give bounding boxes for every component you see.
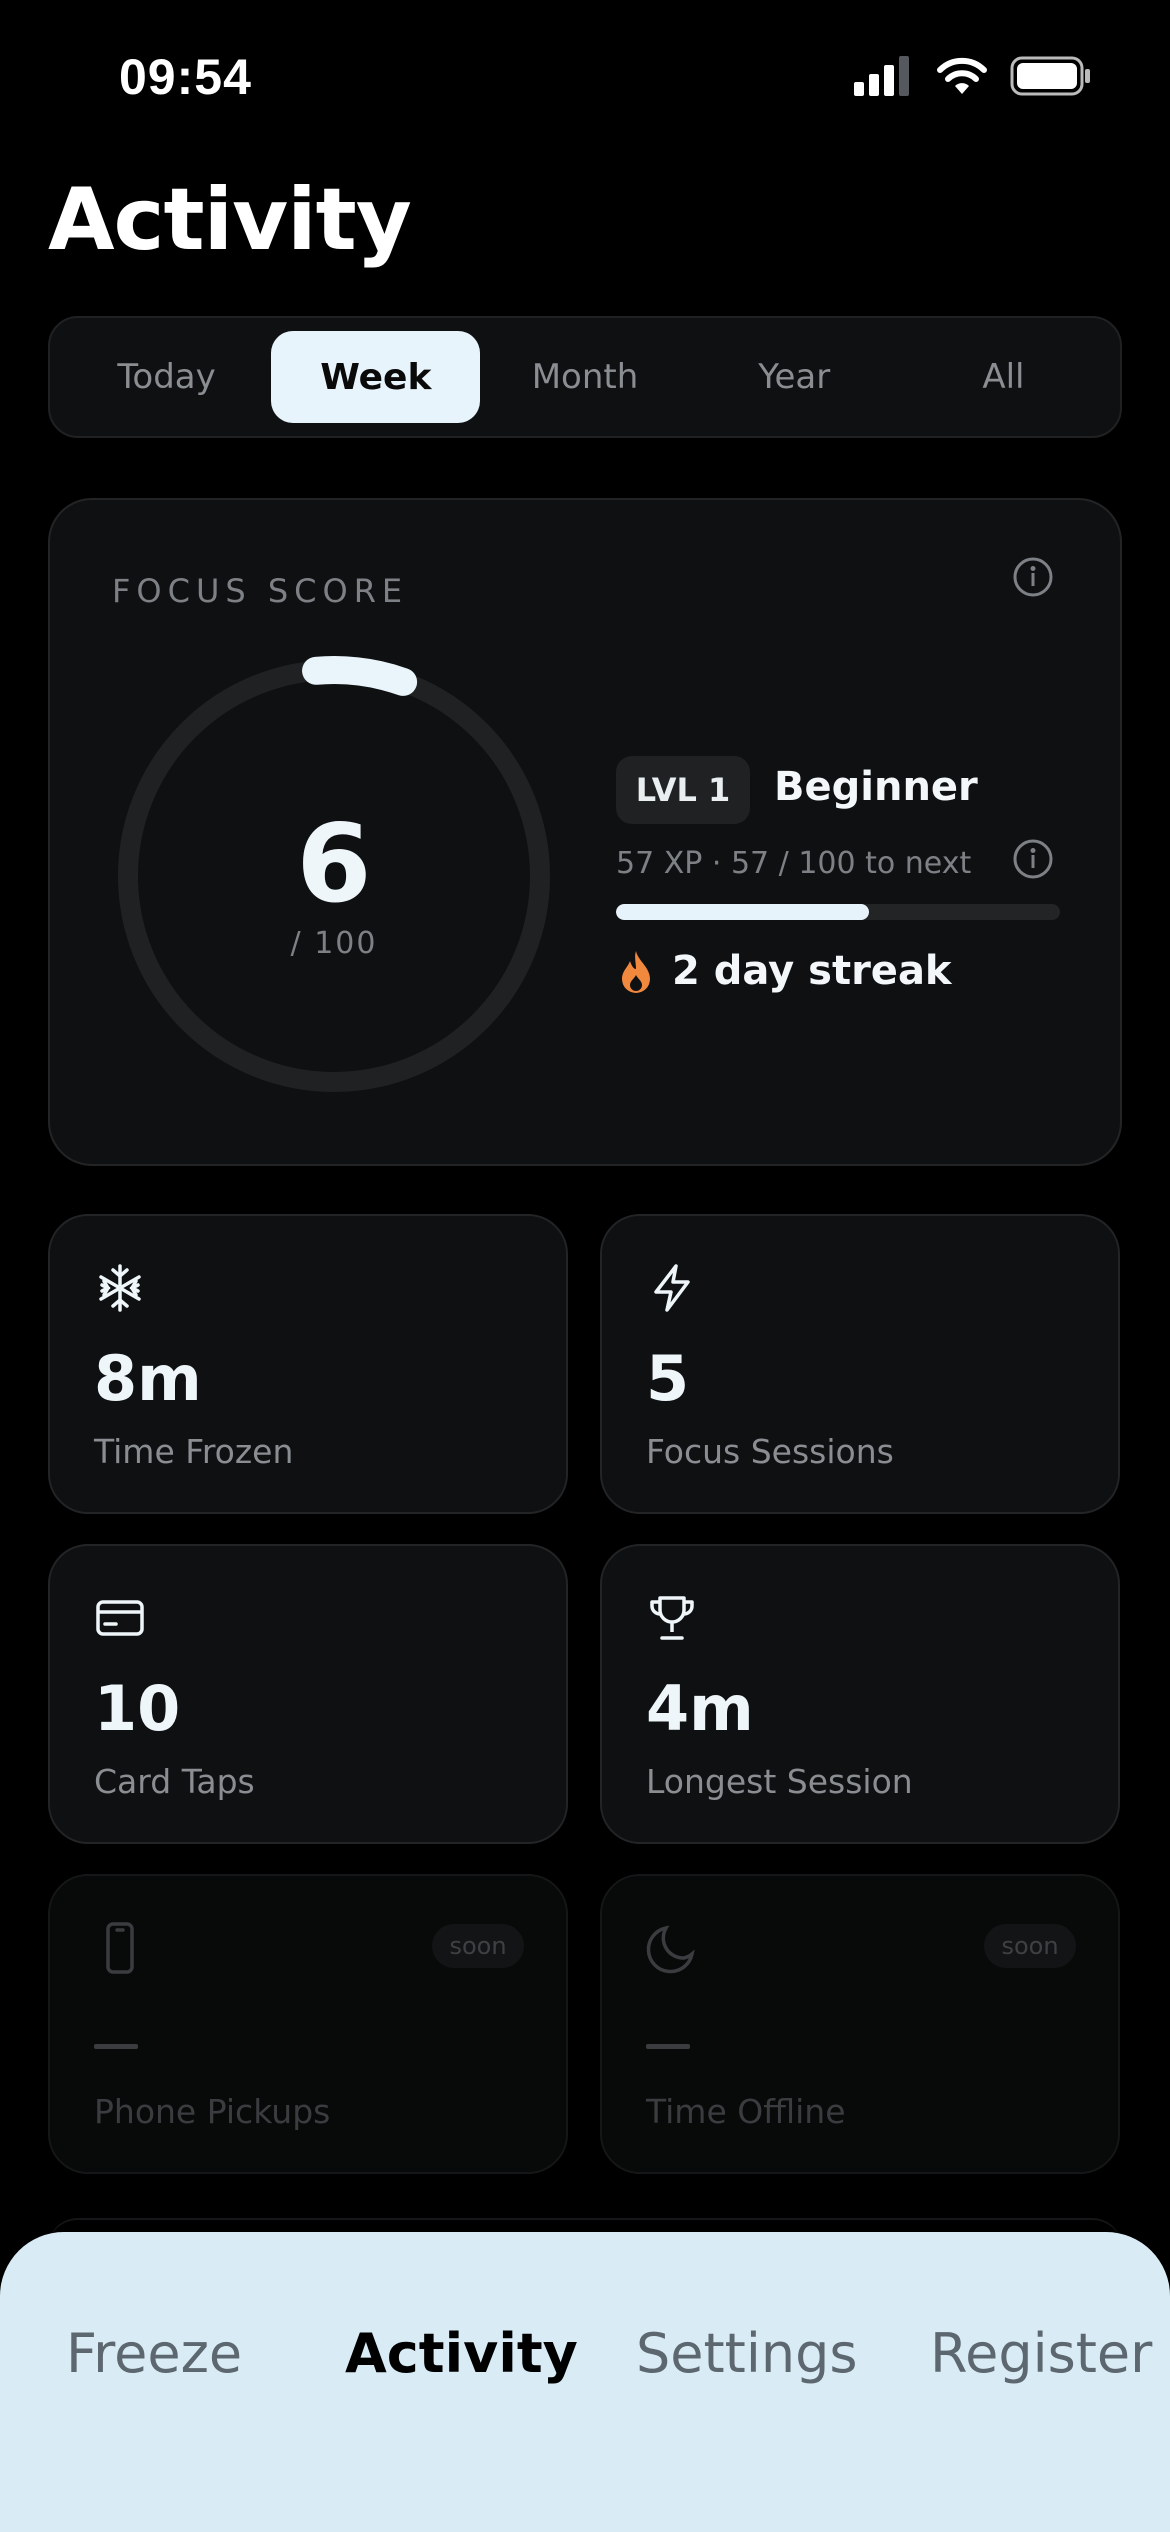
tab-register[interactable]: Register [930, 2322, 1152, 2385]
stat-label: Time Offline [646, 2092, 846, 2131]
info-icon[interactable] [1012, 556, 1054, 598]
moon-icon [646, 1925, 695, 1974]
level-badge: LVL 1 [616, 756, 750, 824]
tab-freeze[interactable]: Freeze [66, 2322, 242, 2385]
lightning-icon [654, 1264, 690, 1312]
segment-month[interactable]: Month [480, 331, 689, 423]
tab-settings[interactable]: Settings [636, 2322, 857, 2385]
phone-icon [106, 1922, 134, 1974]
stat-label: Card Taps [94, 1762, 255, 1801]
stat-label: Focus Sessions [646, 1432, 894, 1471]
xp-progress-fill [616, 904, 870, 920]
stat-card-longest-session[interactable]: 4m Longest Session [600, 1544, 1120, 1844]
segment-year[interactable]: Year [690, 331, 899, 423]
stat-value: 10 [94, 1672, 181, 1745]
focus-score-ring: 6 / 100 [110, 652, 558, 1100]
status-icons [854, 56, 1092, 96]
segment-all[interactable]: All [899, 331, 1108, 423]
focus-score-total: / 100 [290, 926, 378, 961]
card-icon [96, 1600, 144, 1636]
status-time: 09:54 [119, 49, 252, 105]
focus-score-label: FOCUS SCORE [112, 572, 409, 610]
signal-icon [854, 56, 909, 96]
segment-week[interactable]: Week [271, 331, 481, 423]
stat-value: 5 [646, 1342, 690, 1415]
stat-card-focus-sessions[interactable]: 5 Focus Sessions [600, 1214, 1120, 1514]
focus-score-value: 6 [296, 802, 372, 927]
streak-text: 2 day streak [672, 948, 952, 994]
soon-badge: soon [984, 1924, 1076, 1968]
empty-value-dash [94, 2044, 138, 2049]
flame-icon [622, 951, 650, 993]
stat-label: Time Frozen [94, 1432, 294, 1471]
focus-score-arc [302, 656, 418, 696]
stat-value: 4m [646, 1672, 754, 1745]
page-title: Activity [48, 170, 412, 270]
stat-label: Phone Pickups [94, 2092, 331, 2131]
level-name: Beginner [774, 764, 978, 810]
period-segmented-control: Today Week Month Year All [48, 316, 1122, 438]
streak: 2 day streak [620, 948, 952, 994]
snowflake-icon [99, 1264, 141, 1312]
tab-activity[interactable]: Activity [345, 2322, 578, 2385]
trophy-icon [650, 1596, 694, 1640]
segment-today[interactable]: Today [62, 331, 271, 423]
xp-progress-bar [616, 904, 1060, 920]
stat-card-card-taps[interactable]: 10 Card Taps [48, 1544, 568, 1844]
battery-icon [1010, 56, 1090, 96]
bottom-tab-bar: Freeze Activity Settings Register [0, 2232, 1170, 2532]
empty-value-dash [646, 2044, 690, 2049]
stat-card-time-frozen[interactable]: 8m Time Frozen [48, 1214, 568, 1514]
stat-label: Longest Session [646, 1762, 913, 1801]
wifi-icon [937, 57, 987, 94]
stat-value: 8m [94, 1342, 202, 1415]
focus-score-card: FOCUS SCORE 6 / 100 LVL 1 Beginner 57 XP… [48, 498, 1122, 1166]
stat-card-time-offline: soon Time Offline [600, 1874, 1120, 2174]
xp-info-icon[interactable] [1012, 838, 1054, 880]
stat-card-phone-pickups: soon Phone Pickups [48, 1874, 568, 2174]
xp-text: 57 XP · 57 / 100 to next [616, 846, 972, 881]
soon-badge: soon [432, 1924, 524, 1968]
